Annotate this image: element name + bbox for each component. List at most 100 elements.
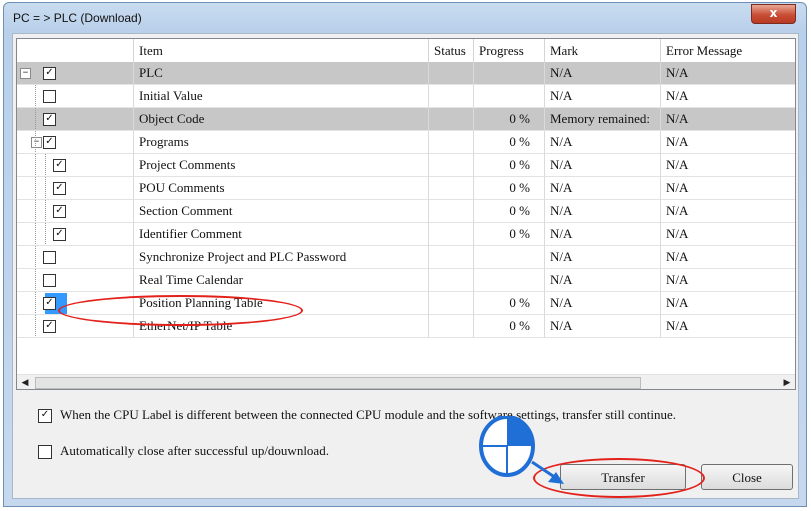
header-error-message[interactable]: Error Message (661, 39, 795, 62)
table-row[interactable]: Initial Value N/A N/A (17, 85, 795, 108)
horizontal-scrollbar[interactable]: ◀ ▶ (17, 374, 795, 389)
header-item[interactable]: Item (134, 39, 429, 62)
progress-cell: 0 % (474, 131, 545, 154)
item-checkbox[interactable]: ✓ (43, 136, 56, 149)
auto-close-option-text: Automatically close after successful up/… (60, 443, 329, 458)
status-cell (429, 108, 474, 131)
collapse-toggle-icon[interactable]: − (20, 68, 31, 79)
close-window-button[interactable]: x (751, 4, 796, 24)
item-cell: Section Comment (134, 200, 429, 223)
item-checkbox[interactable]: ✓ (43, 297, 56, 310)
mark-cell: N/A (545, 62, 661, 85)
table-row[interactable]: ✓ Section Comment 0 % N/A N/A (17, 200, 795, 223)
item-cell: PLC (134, 62, 429, 85)
header-mark[interactable]: Mark (545, 39, 661, 62)
tree-connector (45, 223, 46, 245)
table-row[interactable]: ✓ POU Comments 0 % N/A N/A (17, 177, 795, 200)
tree-cell (17, 85, 134, 108)
table-row[interactable]: − ✓ PLC N/A N/A (17, 62, 795, 85)
scroll-left-icon[interactable]: ◀ (17, 375, 33, 389)
mark-cell: N/A (545, 200, 661, 223)
error-cell: N/A (661, 62, 795, 85)
tree-cell: ✓ (17, 200, 134, 223)
tree-connector (35, 200, 36, 222)
download-dialog: PC = > PLC (Download) x Item Status Prog… (3, 2, 807, 507)
collapse-toggle-icon[interactable]: − (31, 137, 42, 148)
mouse-click-indicator-icon (479, 416, 564, 484)
item-cell: Initial Value (134, 85, 429, 108)
auto-close-checkbox[interactable] (38, 445, 52, 459)
item-checkbox[interactable]: ✓ (43, 320, 56, 333)
item-checkbox[interactable]: ✓ (53, 205, 66, 218)
tree-connector (35, 246, 36, 268)
tree-cell: ✓ (17, 154, 134, 177)
mark-cell: N/A (545, 131, 661, 154)
tree-connector (35, 154, 36, 176)
progress-cell (474, 62, 545, 85)
item-checkbox[interactable] (43, 251, 56, 264)
progress-cell: 0 % (474, 108, 545, 131)
table-row[interactable]: ✓ Object Code 0 % Memory remained: N/A (17, 108, 795, 131)
error-cell: N/A (661, 154, 795, 177)
header-status[interactable]: Status (429, 39, 474, 62)
item-cell: POU Comments (134, 177, 429, 200)
header-tree-column (17, 39, 134, 62)
tree-cell: − ✓ (17, 62, 134, 85)
item-cell: Programs (134, 131, 429, 154)
tree-connector (35, 315, 36, 337)
mark-cell: N/A (545, 292, 661, 315)
scroll-right-icon[interactable]: ▶ (779, 375, 795, 389)
tree-connector (35, 177, 36, 199)
tree-connector (45, 177, 46, 199)
tree-cell (17, 246, 134, 269)
progress-cell: 0 % (474, 315, 545, 338)
tree-connector (45, 154, 46, 176)
item-checkbox[interactable]: ✓ (43, 67, 56, 80)
error-cell: N/A (661, 108, 795, 131)
item-checkbox[interactable]: ✓ (43, 113, 56, 126)
table-row[interactable]: ✓ Project Comments 0 % N/A N/A (17, 154, 795, 177)
scrollbar-thumb[interactable] (35, 377, 641, 389)
table-row[interactable]: − ✓ Programs 0 % N/A N/A (17, 131, 795, 154)
item-checkbox[interactable] (43, 90, 56, 103)
progress-cell: 0 % (474, 292, 545, 315)
mark-cell: N/A (545, 154, 661, 177)
table-row[interactable]: Synchronize Project and PLC Password N/A N… (17, 246, 795, 269)
tree-cell (17, 269, 134, 292)
cpu-label-checkbox[interactable]: ✓ (38, 409, 52, 423)
transfer-items-table: Item Status Progress Mark Error Message … (16, 38, 796, 390)
status-cell (429, 292, 474, 315)
tree-cell: ✓ (17, 223, 134, 246)
item-cell: Identifier Comment (134, 223, 429, 246)
item-checkbox[interactable]: ✓ (53, 159, 66, 172)
error-cell: N/A (661, 200, 795, 223)
status-cell (429, 131, 474, 154)
tree-cell: ✓ (17, 108, 134, 131)
window-title: PC = > PLC (Download) (13, 11, 142, 25)
status-cell (429, 177, 474, 200)
click-indicator-quadrant (507, 418, 532, 446)
mark-cell: N/A (545, 269, 661, 292)
item-cell: Real Time Calendar (134, 269, 429, 292)
tree-connector (35, 269, 36, 291)
status-cell (429, 223, 474, 246)
error-cell: N/A (661, 177, 795, 200)
status-cell (429, 246, 474, 269)
item-checkbox[interactable]: ✓ (53, 182, 66, 195)
item-cell: Synchronize Project and PLC Password (134, 246, 429, 269)
item-checkbox[interactable] (43, 274, 56, 287)
table-row[interactable]: Real Time Calendar N/A N/A (17, 269, 795, 292)
error-cell: N/A (661, 292, 795, 315)
item-checkbox[interactable]: ✓ (53, 228, 66, 241)
progress-cell: 0 % (474, 154, 545, 177)
mark-cell: Memory remained: (545, 108, 661, 131)
tree-cell: − ✓ (17, 131, 134, 154)
progress-cell (474, 246, 545, 269)
close-button[interactable]: Close (701, 464, 793, 490)
progress-cell: 0 % (474, 223, 545, 246)
table-row[interactable]: ✓ Identifier Comment 0 % N/A N/A (17, 223, 795, 246)
header-progress[interactable]: Progress (474, 39, 545, 62)
item-cell: Object Code (134, 108, 429, 131)
dialog-client-area: Item Status Progress Mark Error Message … (12, 33, 799, 499)
title-bar: PC = > PLC (Download) x (4, 3, 806, 33)
